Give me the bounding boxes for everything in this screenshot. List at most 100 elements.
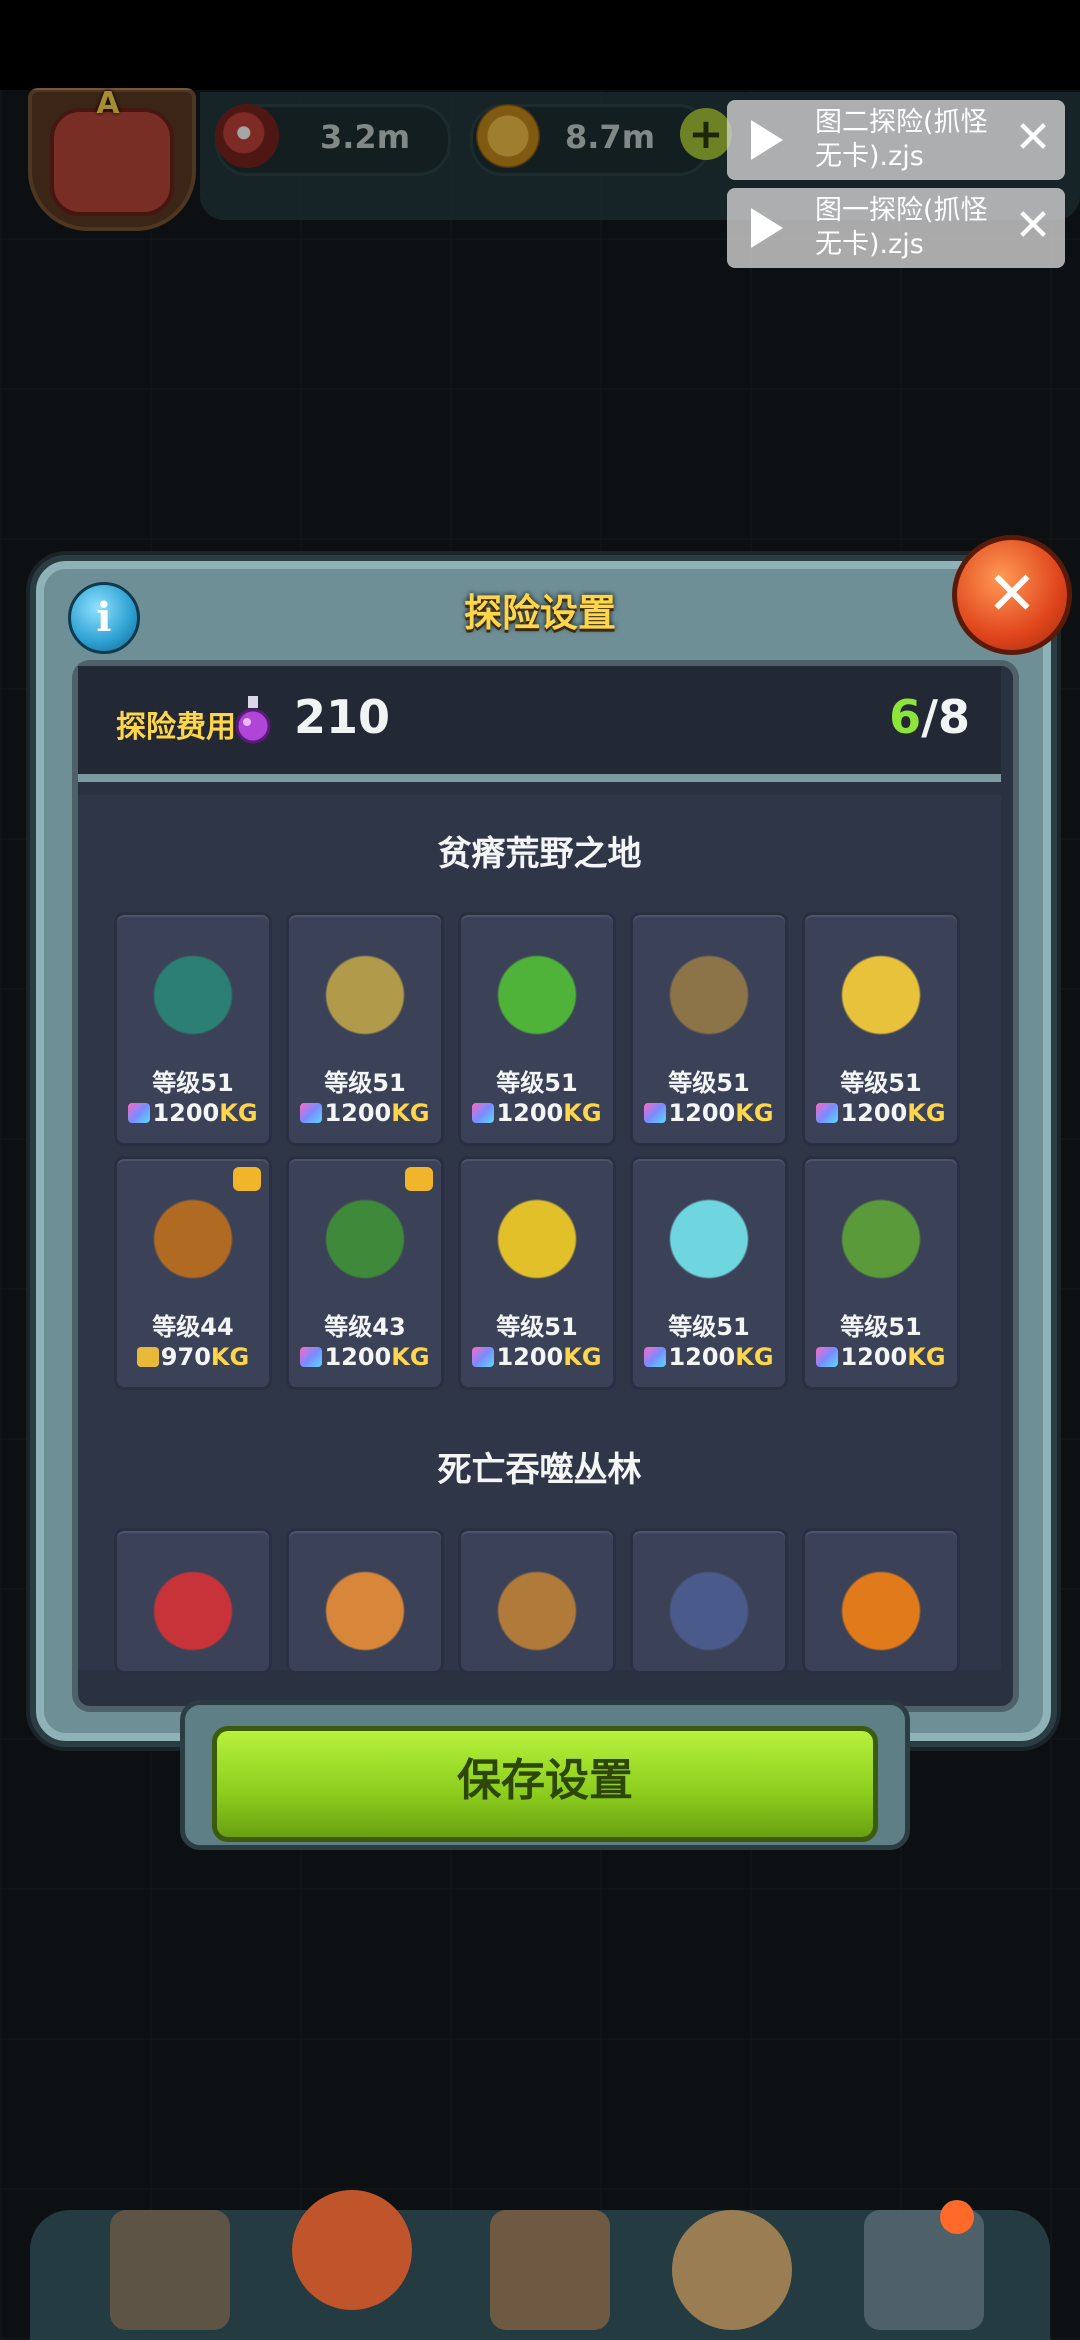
- weight-value: 1200: [840, 1343, 908, 1371]
- monster-card[interactable]: 等级44 970KG: [114, 1156, 272, 1390]
- weight-bag-icon: [472, 1347, 495, 1367]
- monster-card[interactable]: 等级51 1200KG: [458, 1156, 616, 1390]
- weight-bag-icon: [644, 1103, 667, 1123]
- slot-counter: 6/8: [870, 690, 970, 744]
- monster-weight: 970KG: [117, 1343, 269, 1371]
- weight-unit: KG: [563, 1099, 602, 1127]
- monster-card[interactable]: 等级51 1200KG: [114, 912, 272, 1146]
- monster-card[interactable]: 等级43 1200KG: [286, 1156, 444, 1390]
- close-icon[interactable]: ✕: [1009, 204, 1057, 252]
- book-icon[interactable]: [490, 2210, 610, 2330]
- weight-unit: KG: [391, 1343, 430, 1371]
- weight-bag-icon: [128, 1103, 151, 1123]
- weight-unit: KG: [219, 1099, 258, 1127]
- twin-bird-monster-icon: [133, 929, 253, 1049]
- dialog-title: 探险设置: [463, 591, 616, 635]
- cost-value: 210: [294, 690, 391, 744]
- monster-card[interactable]: 等级51 1200KG: [458, 912, 616, 1146]
- wheat-monster-icon: [305, 929, 425, 1049]
- info-icon[interactable]: i: [68, 582, 140, 654]
- weight-unit: KG: [907, 1343, 946, 1371]
- region-title: 贫瘠荒野之地: [437, 834, 642, 874]
- status-bar: [0, 0, 1080, 90]
- play-icon[interactable]: [751, 208, 783, 248]
- monster-card[interactable]: 等级51 1200KG: [802, 912, 960, 1146]
- monster-level: 等级51: [496, 1313, 578, 1341]
- monster-card[interactable]: 等级51 1200KG: [802, 1156, 960, 1390]
- monster-level: 等级51: [840, 1069, 922, 1097]
- toad-monster-icon: [133, 1545, 253, 1665]
- crown-icon: [405, 1167, 433, 1191]
- cactus-monster-icon: [821, 1173, 941, 1293]
- crown-icon: [233, 1167, 261, 1191]
- monster-card[interactable]: 等级51 1200KG: [630, 912, 788, 1146]
- weight-unit: KG: [907, 1099, 946, 1127]
- weight-value: 1200: [152, 1099, 220, 1127]
- shop-icon[interactable]: [110, 2210, 230, 2330]
- lettuce-monster-icon: [477, 929, 597, 1049]
- monster-weight: 1200KG: [289, 1099, 441, 1127]
- save-settings-button[interactable]: 保存设置: [212, 1726, 878, 1842]
- ape-monster-icon: [477, 1545, 597, 1665]
- monster-card[interactable]: [286, 1528, 444, 1674]
- weight-bag-icon: [472, 1103, 495, 1123]
- weight-value: 1200: [840, 1099, 908, 1127]
- monster-weight: 1200KG: [805, 1099, 957, 1127]
- close-icon[interactable]: ✕: [1009, 116, 1057, 164]
- monster-card[interactable]: [802, 1528, 960, 1674]
- weight-unit: KG: [735, 1099, 774, 1127]
- monster-weight: 1200KG: [805, 1343, 957, 1371]
- weight-value: 1200: [496, 1099, 564, 1127]
- monster-weight: 1200KG: [461, 1343, 613, 1371]
- region-title: 死亡吞噬丛林: [437, 1450, 642, 1490]
- weight-unit: KG: [391, 1099, 430, 1127]
- notification-dot: [940, 2200, 974, 2234]
- ghost-monster-icon: [649, 1173, 769, 1293]
- monster-icon[interactable]: [292, 2190, 412, 2310]
- monster-card[interactable]: [114, 1528, 272, 1674]
- sack-monster-icon: [649, 929, 769, 1049]
- weight-bag-icon: [136, 1347, 159, 1367]
- chainsaw-cow-icon: [649, 1545, 769, 1665]
- monster-card[interactable]: [458, 1528, 616, 1674]
- monster-level: 等级51: [668, 1313, 750, 1341]
- weight-unit: KG: [563, 1343, 602, 1371]
- monster-weight: 1200KG: [633, 1099, 785, 1127]
- weight-bag-icon: [300, 1103, 323, 1123]
- weight-value: 1200: [668, 1343, 736, 1371]
- chick-egg-monster-icon: [821, 929, 941, 1049]
- weight-bag-icon: [816, 1103, 839, 1123]
- monster-weight: 1200KG: [633, 1343, 785, 1371]
- weight-unit: KG: [210, 1343, 250, 1371]
- monster-level: 等级51: [324, 1069, 406, 1097]
- tree-monster-icon: [305, 1173, 425, 1293]
- play-icon[interactable]: [751, 120, 783, 160]
- monster-level: 等级51: [152, 1069, 234, 1097]
- monster-weight: 1200KG: [289, 1343, 441, 1371]
- weight-unit: KG: [735, 1343, 774, 1371]
- weight-bag-icon: [300, 1347, 323, 1367]
- bag-icon[interactable]: [672, 2210, 792, 2330]
- monster-level: 等级51: [496, 1069, 578, 1097]
- notification-text: 图二探险(抓怪无卡).zjs: [815, 107, 988, 172]
- script-notification[interactable]: 图一探险(抓怪无卡).zjs ✕: [727, 188, 1065, 268]
- mushroom-cow-icon: [305, 1545, 425, 1665]
- script-notification[interactable]: 图二探险(抓怪无卡).zjs ✕: [727, 100, 1065, 180]
- cost-label: 探险费用: [116, 710, 236, 745]
- slots-used: 6: [889, 690, 922, 744]
- monster-card[interactable]: 等级51 1200KG: [630, 1156, 788, 1390]
- yak-monster-icon: [133, 1173, 253, 1293]
- close-button[interactable]: ✕: [952, 535, 1072, 655]
- weight-value: 1200: [324, 1343, 392, 1371]
- monster-level: 等级51: [840, 1313, 922, 1341]
- weight-bag-icon: [644, 1347, 667, 1367]
- monster-level: 等级44: [152, 1313, 234, 1341]
- weight-value: 1200: [496, 1343, 564, 1371]
- monster-level: 等级43: [324, 1313, 406, 1341]
- pumpkin-monster-icon: [821, 1545, 941, 1665]
- notification-text: 图一探险(抓怪无卡).zjs: [815, 195, 988, 260]
- monster-level: 等级51: [668, 1069, 750, 1097]
- monster-card[interactable]: [630, 1528, 788, 1674]
- monster-card[interactable]: 等级51 1200KG: [286, 912, 444, 1146]
- slots-total: /8: [921, 690, 970, 744]
